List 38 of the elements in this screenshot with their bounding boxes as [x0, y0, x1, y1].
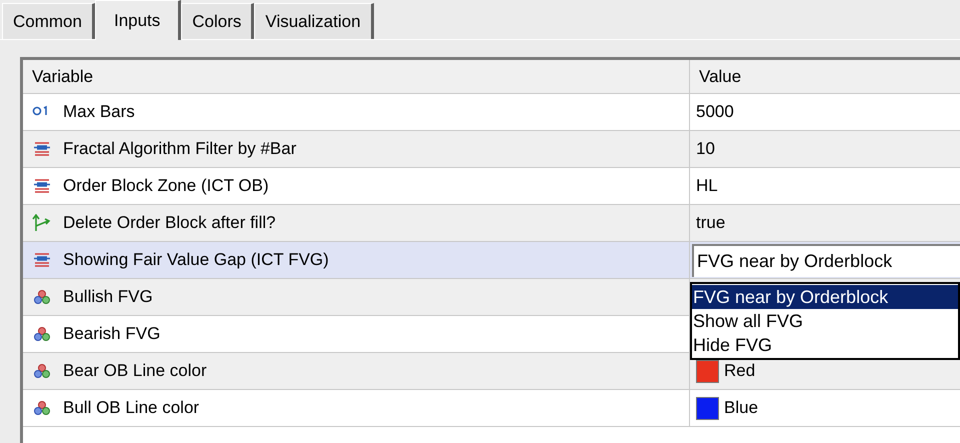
tab[interactable]: Inputs: [94, 0, 182, 40]
value-cell-text: Blue: [724, 397, 758, 420]
tab[interactable]: Colors: [181, 3, 254, 39]
color-circles-icon: [33, 326, 51, 342]
variable-name: Order Block Zone (ICT OB): [63, 175, 269, 198]
table-row[interactable]: Bear OB Line color Red: [23, 353, 960, 390]
table-row[interactable]: Order Block Zone (ICT OB) HL: [23, 168, 960, 205]
column-header[interactable]: Value: [690, 60, 960, 93]
table-row[interactable]: Showing Fair Value Gap (ICT FVG) FVG near by Orderblock: [23, 242, 960, 279]
value-cell-text: HL: [696, 175, 718, 198]
list-type-icon: [33, 141, 51, 157]
value-cell-text: 5000: [696, 101, 734, 124]
color-circles-icon: [33, 363, 51, 379]
table-row[interactable]: Bull OB Line color Blue: [23, 390, 960, 427]
value-cell-text: Red: [724, 360, 756, 382]
dropdown-option[interactable]: FVG near by Orderblock: [692, 285, 958, 309]
list-type-icon: [33, 178, 51, 194]
color-circles-icon: [33, 289, 51, 305]
value-combo-field[interactable]: FVG near by Orderblock: [692, 244, 960, 276]
variable-name: Bear OB Line color: [63, 360, 207, 382]
branch-arrow-icon: [31, 214, 53, 232]
variable-name: Max Bars: [63, 101, 135, 124]
value-cell-text: true: [696, 212, 726, 234]
list-type-icon: [33, 252, 51, 268]
variable-name: Bull OB Line color: [63, 397, 200, 420]
color-circles-icon: [33, 400, 51, 416]
variable-name: Delete Order Block after fill?: [63, 212, 276, 234]
table-row[interactable]: Delete Order Block after fill? true: [23, 205, 960, 242]
variable-name: Bearish FVG: [63, 323, 160, 346]
tab[interactable]: Visualization: [254, 3, 374, 39]
tab[interactable]: Common: [2, 3, 95, 39]
table-row[interactable]: Max Bars 5000: [23, 94, 960, 131]
variable-name: Fractal Algorithm Filter by #Bar: [63, 138, 296, 160]
table-row[interactable]: Fractal Algorithm Filter by #Bar 10: [23, 131, 960, 168]
variable-name: Bullish FVG: [63, 286, 153, 308]
column-header[interactable]: Variable: [23, 60, 690, 93]
value-cell-text: 10: [696, 138, 715, 160]
variable-name: Showing Fair Value Gap (ICT FVG): [63, 249, 329, 272]
